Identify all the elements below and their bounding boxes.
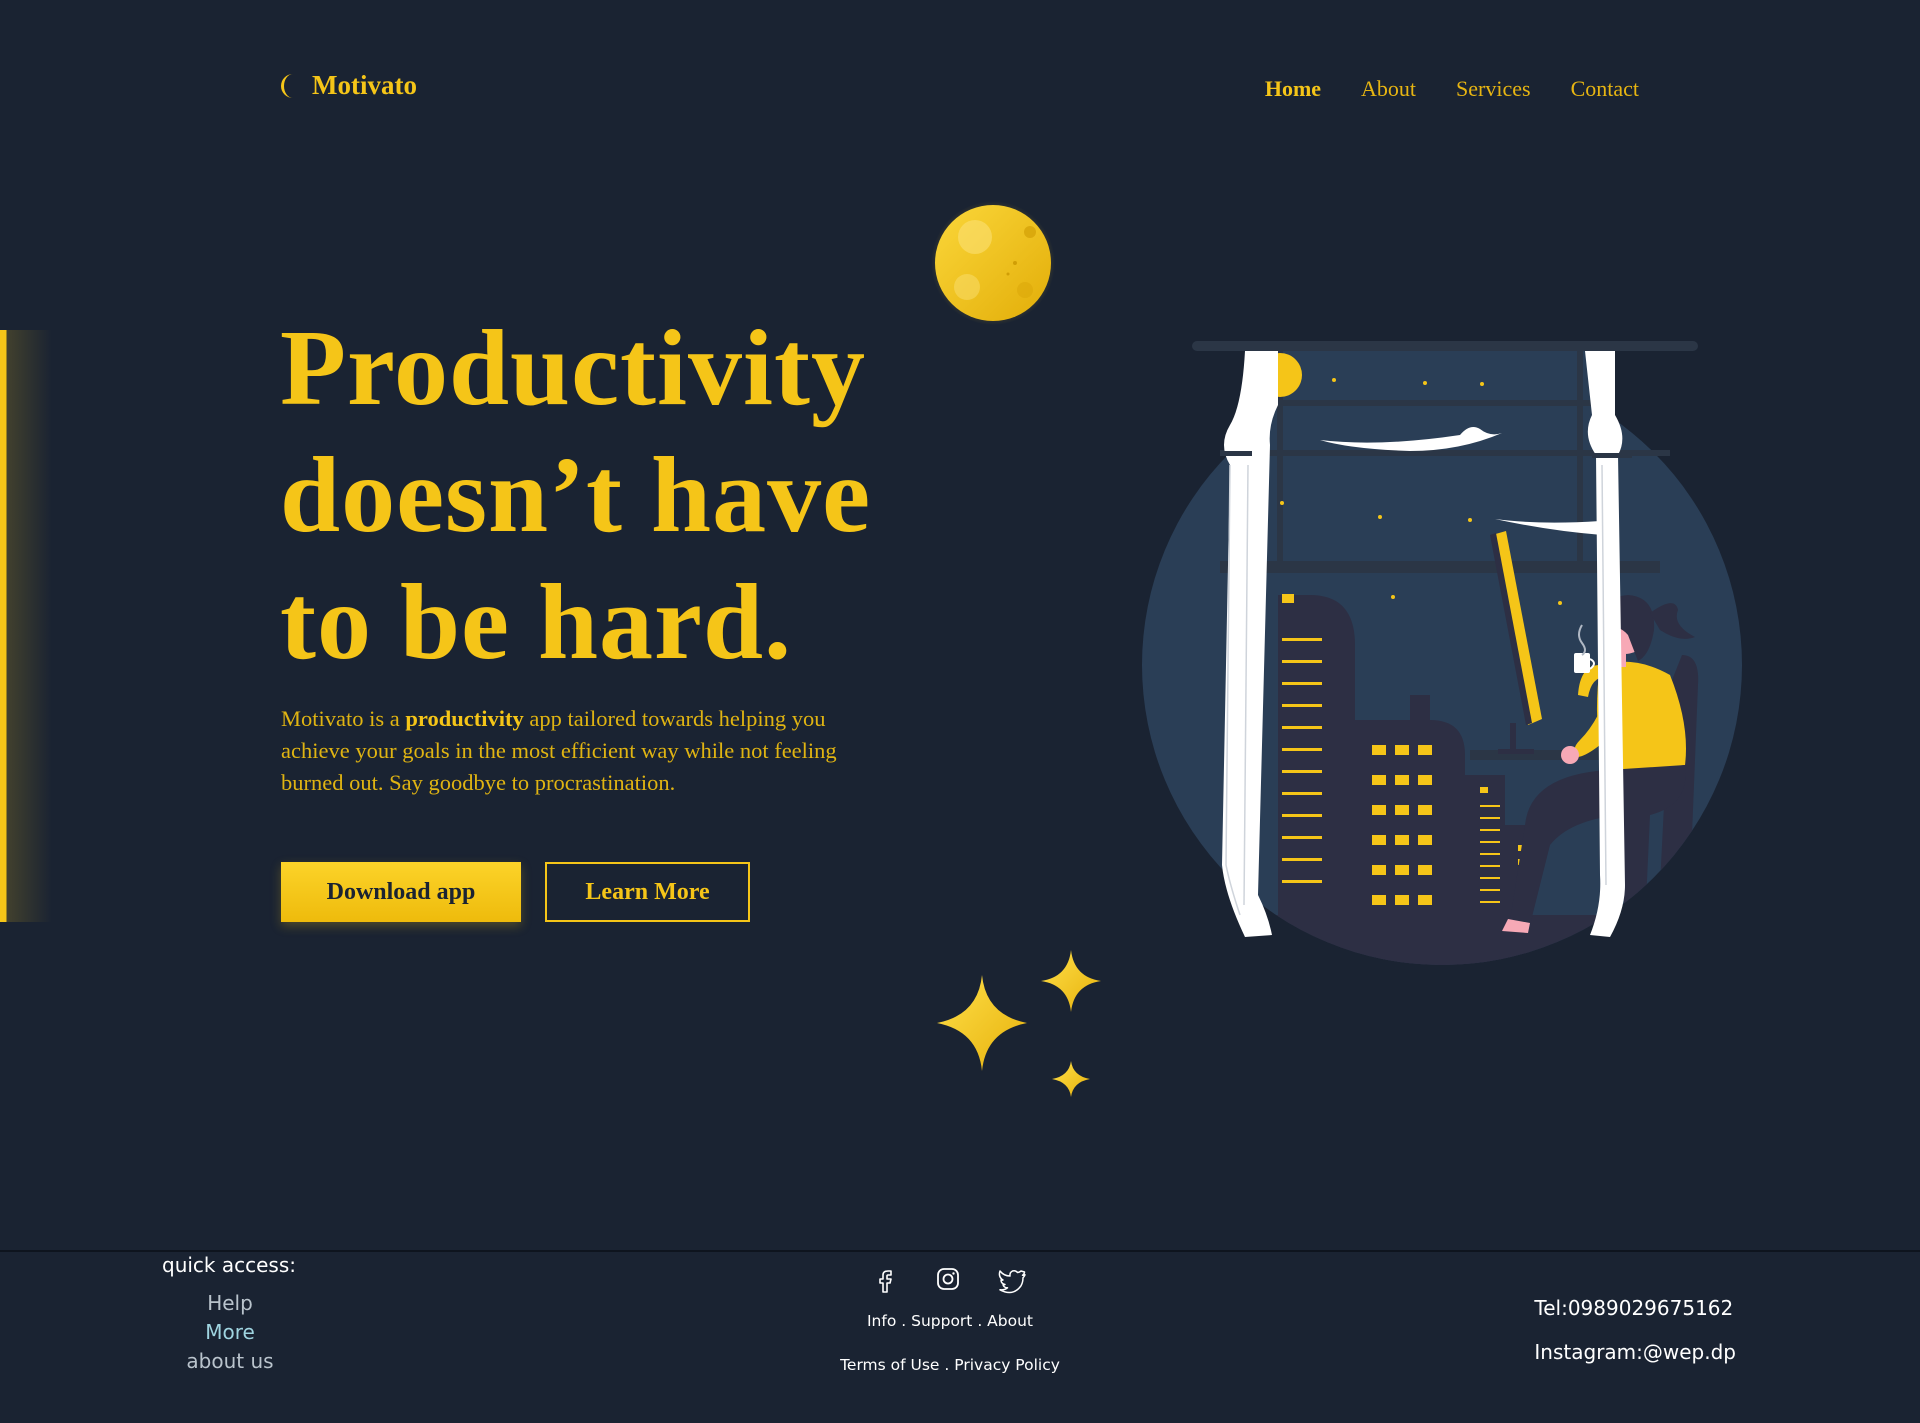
hero-title-line-3: to be hard. — [280, 563, 793, 682]
hero-description: Motivato is a productivity app tailored … — [281, 703, 841, 799]
nav-contact[interactable]: Contact — [1571, 76, 1639, 102]
quick-access-title: quick access: — [162, 1253, 296, 1277]
landing-page: Motivato Home About Services Contact Pro… — [0, 0, 1920, 1423]
quick-link-more[interactable]: More — [205, 1318, 255, 1347]
footer-links-row-1: Info . Support . About — [866, 1312, 1033, 1330]
contact-tel: Tel:0989029675162 — [1534, 1296, 1734, 1320]
hero-title-line-1: Productivity — [280, 309, 866, 428]
left-accent-bar — [0, 330, 52, 922]
main-nav: Home About Services Contact — [1265, 76, 1639, 102]
hero-title-line-2: doesn’t have — [280, 436, 872, 555]
facebook-icon[interactable] — [870, 1263, 902, 1295]
hero-title: Productivity doesn’t have to be hard. — [280, 305, 980, 686]
footer-link-about[interactable]: About — [987, 1312, 1033, 1330]
nav-about[interactable]: About — [1361, 76, 1416, 102]
quick-link-about-us[interactable]: about us — [186, 1347, 273, 1376]
twitter-icon[interactable] — [994, 1263, 1026, 1295]
woman-at-window-city-night-illustration — [1142, 341, 1742, 965]
social-icons — [870, 1263, 1026, 1295]
contact-info: Tel:0989029675162 Instagram:@wep.dp — [1534, 1286, 1736, 1374]
contact-instagram: Instagram:@wep.dp — [1534, 1340, 1736, 1364]
hero-desc-pre: Motivato is a — [281, 706, 406, 731]
footer-link-support[interactable]: Support — [911, 1312, 972, 1330]
quick-link-help[interactable]: Help — [207, 1289, 253, 1318]
footer-link-info[interactable]: Info — [867, 1312, 896, 1330]
nav-home[interactable]: Home — [1265, 76, 1321, 102]
nav-services[interactable]: Services — [1456, 76, 1531, 102]
instagram-icon[interactable] — [932, 1263, 964, 1295]
crescent-moon-icon — [281, 73, 293, 98]
sparkle-stars-icon — [937, 950, 1101, 1097]
brand-name: Motivato — [312, 70, 417, 100]
footer-link-privacy[interactable]: Privacy Policy — [954, 1356, 1060, 1374]
footer-link-terms[interactable]: Terms of Use — [840, 1356, 939, 1374]
footer-divider — [0, 1250, 1920, 1252]
brand-logo[interactable]: Motivato — [280, 70, 417, 101]
footer-links-row-2: Terms of Use . Privacy Policy — [840, 1356, 1060, 1374]
download-app-button[interactable]: Download app — [281, 862, 521, 922]
learn-more-button[interactable]: Learn More — [545, 862, 750, 922]
quick-access-links: Help More about us — [150, 1289, 310, 1376]
hero-desc-bold: productivity — [405, 706, 524, 731]
